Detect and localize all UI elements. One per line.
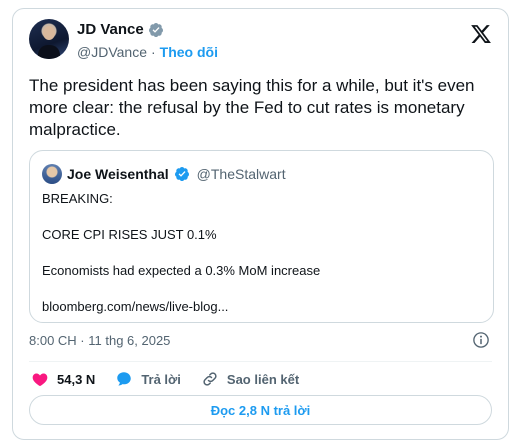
copy-link-button[interactable]: Sao liên kết [201, 370, 299, 388]
quoted-author-name: Joe Weisenthal [67, 166, 169, 182]
quoted-text-line: BREAKING: [42, 191, 113, 206]
follow-button[interactable]: Theo dõi [160, 44, 218, 60]
quoted-link-text[interactable]: bloomberg.com/news/live-blog... [42, 299, 228, 314]
handle-separator: · [150, 44, 156, 60]
x-logo-icon[interactable] [470, 23, 492, 45]
quoted-tweet-header: Joe Weisenthal @TheStalwart [42, 164, 286, 184]
tweet-timestamp[interactable]: 8:00 CH · 11 thg 6, 2025 [29, 333, 170, 348]
author-handle-row: @JDVance · Theo dõi [77, 44, 218, 60]
tweet-text: The president has been saying this for a… [29, 76, 475, 139]
like-count: 54,3 N [57, 371, 96, 387]
read-replies-button[interactable]: Đọc 2,8 N trả lời [29, 395, 492, 425]
action-bar: 54,3 N Trả lời Sao liên kết [31, 368, 319, 390]
reply-bubble-icon [117, 372, 132, 386]
reply-button[interactable]: Trả lời [115, 370, 181, 388]
verified-badge-icon [148, 22, 163, 37]
link-icon [203, 372, 217, 386]
author-avatar[interactable] [29, 19, 69, 59]
reply-label: Trả lời [141, 371, 181, 387]
author-name-row: JD Vance [77, 21, 164, 38]
author-handle[interactable]: @JDVance [77, 44, 147, 60]
quoted-text-line: CORE CPI RISES JUST 0.1% [42, 227, 217, 242]
verified-badge-icon [174, 167, 189, 182]
tweet-embed-card: JD Vance @JDVance · Theo dõi The preside… [12, 8, 509, 440]
info-icon[interactable] [472, 331, 490, 349]
heart-icon [32, 373, 48, 387]
like-button[interactable]: 54,3 N [31, 370, 95, 388]
copy-link-label: Sao liên kết [226, 371, 300, 387]
quoted-text-line: Economists had expected a 0.3% MoM incre… [42, 263, 321, 278]
quoted-author-avatar [42, 164, 62, 184]
quoted-author-handle: @TheStalwart [196, 166, 286, 182]
divider [29, 361, 492, 362]
quoted-tweet[interactable]: Joe Weisenthal @TheStalwart BREAKING: CO… [29, 150, 494, 323]
author-display-name[interactable]: JD Vance [77, 21, 144, 38]
